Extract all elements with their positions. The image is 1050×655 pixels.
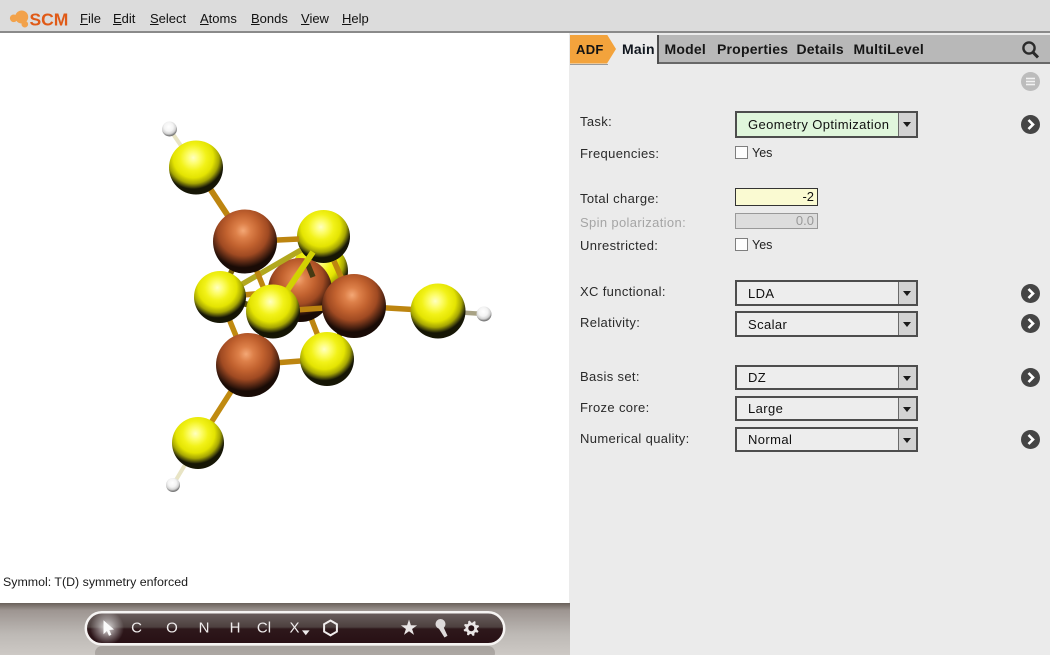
svg-text:C: C xyxy=(131,620,142,637)
svg-text:Cl: Cl xyxy=(257,620,271,637)
svg-text:X: X xyxy=(289,620,299,637)
svg-text:SCM: SCM xyxy=(30,10,69,30)
svg-text:N: N xyxy=(199,620,210,637)
svg-text:O: O xyxy=(166,620,178,637)
svg-text:H: H xyxy=(230,620,241,637)
